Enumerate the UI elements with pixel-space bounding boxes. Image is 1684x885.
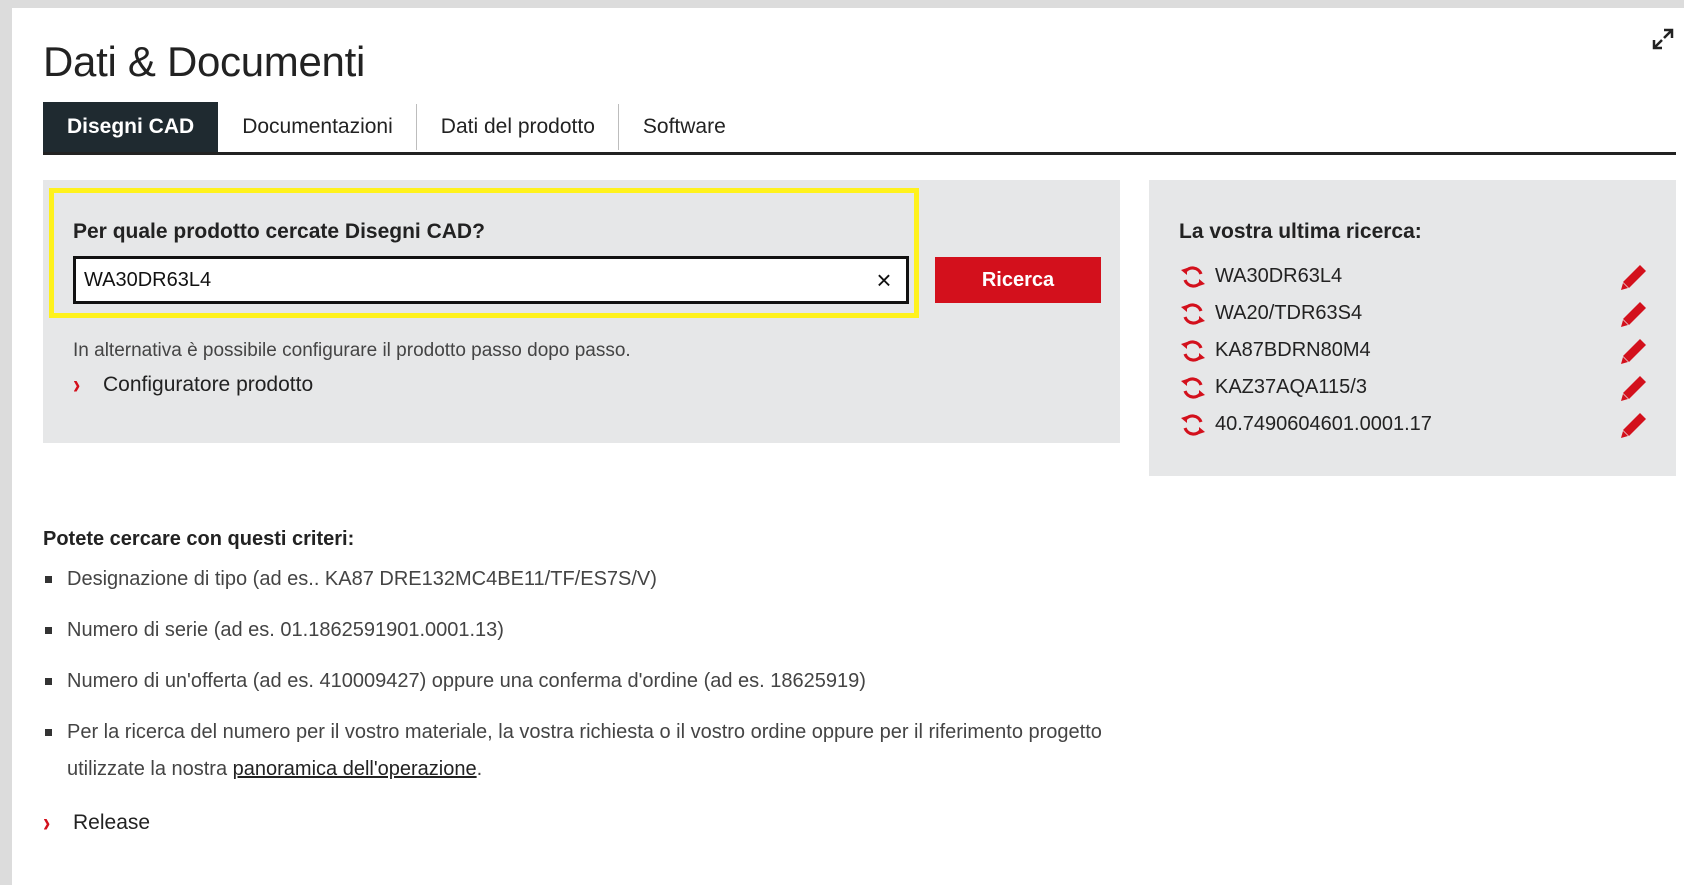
tab-software[interactable]: Software [619, 102, 750, 152]
criteria-item-text: Designazione di tipo (ad es.. KA87 DRE13… [67, 568, 657, 590]
pencil-icon[interactable] [1619, 410, 1649, 440]
tab-documentazioni[interactable]: Documentazioni [218, 102, 417, 152]
search-field[interactable]: × [73, 256, 909, 304]
bullet [45, 678, 52, 685]
search-panel: Per quale prodotto cercate Disegni CAD? … [43, 180, 1120, 443]
recent-searches-title: La vostra ultima ricerca: [1179, 220, 1422, 243]
search-criteria: Potete cercare con questi criteri: Desig… [43, 528, 1143, 802]
criteria-list: Designazione di tipo (ad es.. KA87 DRE13… [43, 561, 1143, 788]
refresh-icon[interactable] [1179, 263, 1207, 291]
criteria-item: Numero di un'offerta (ad es. 410009427) … [43, 663, 1143, 700]
bullet [45, 729, 52, 736]
bullet [45, 576, 52, 583]
configurator-link[interactable]: › Configuratore prodotto [73, 369, 314, 400]
refresh-icon[interactable] [1179, 411, 1207, 439]
search-label: Per quale prodotto cercate Disegni CAD? [73, 220, 485, 243]
recent-search-item[interactable]: KA87BDRN80M4 [1179, 332, 1649, 369]
chevron-right-icon: › [73, 369, 81, 400]
recent-searches-list: WA30DR63L4 WA20/TDR63S4 KA87BDRN80M4 KAZ… [1179, 258, 1649, 443]
recent-search-item[interactable]: 40.7490604601.0001.17 [1179, 406, 1649, 443]
chevron-right-icon: › [43, 807, 51, 838]
recent-search-label: KAZ37AQA115/3 [1215, 376, 1367, 398]
pencil-icon[interactable] [1619, 299, 1649, 329]
criteria-item: Per la ricerca del numero per il vostro … [43, 714, 1143, 788]
alternative-text: In alternativa è possibile configurare i… [73, 340, 631, 361]
criteria-item-suffix: . [476, 758, 483, 780]
configurator-link-label: Configuratore prodotto [103, 373, 314, 396]
criteria-item: Designazione di tipo (ad es.. KA87 DRE13… [43, 561, 1143, 598]
bullet [45, 627, 52, 634]
recent-searches-panel: La vostra ultima ricerca: WA30DR63L4 WA2… [1149, 180, 1676, 476]
tab-bar: Disegni CAD Documentazioni Dati del prod… [43, 102, 1676, 155]
close-icon[interactable]: × [872, 267, 896, 293]
release-link[interactable]: › Release [43, 807, 151, 838]
search-button[interactable]: Ricerca [935, 257, 1101, 303]
main-window: Dati & Documenti Disegni CAD Documentazi… [12, 8, 1684, 885]
recent-search-label: KA87BDRN80M4 [1215, 339, 1371, 361]
criteria-title: Potete cercare con questi criteri: [43, 528, 355, 550]
recent-search-item[interactable]: KAZ37AQA115/3 [1179, 369, 1649, 406]
search-input[interactable] [84, 268, 844, 292]
recent-search-label: WA20/TDR63S4 [1215, 302, 1363, 324]
pencil-icon[interactable] [1619, 262, 1649, 292]
criteria-item-text: Per la ricerca del numero per il vostro … [67, 721, 1102, 780]
criteria-item: Numero di serie (ad es. 01.1862591901.00… [43, 612, 1143, 649]
recent-search-label: WA30DR63L4 [1215, 265, 1343, 287]
recent-search-item[interactable]: WA20/TDR63S4 [1179, 295, 1649, 332]
page-title: Dati & Documenti [43, 38, 365, 85]
pencil-icon[interactable] [1619, 373, 1649, 403]
tab-dati-del-prodotto[interactable]: Dati del prodotto [417, 102, 619, 152]
criteria-item-text: Numero di serie (ad es. 01.1862591901.00… [67, 619, 504, 641]
refresh-icon[interactable] [1179, 337, 1207, 365]
refresh-icon[interactable] [1179, 374, 1207, 402]
pencil-icon[interactable] [1619, 336, 1649, 366]
expand-icon[interactable] [1650, 26, 1676, 52]
release-link-label: Release [73, 811, 151, 834]
operations-overview-link[interactable]: panoramica dell'operazione [233, 758, 477, 780]
tab-disegni-cad[interactable]: Disegni CAD [43, 102, 219, 152]
criteria-item-text: Numero di un'offerta (ad es. 410009427) … [67, 670, 866, 692]
recent-search-item[interactable]: WA30DR63L4 [1179, 258, 1649, 295]
refresh-icon[interactable] [1179, 300, 1207, 328]
recent-search-label: 40.7490604601.0001.17 [1215, 413, 1432, 435]
